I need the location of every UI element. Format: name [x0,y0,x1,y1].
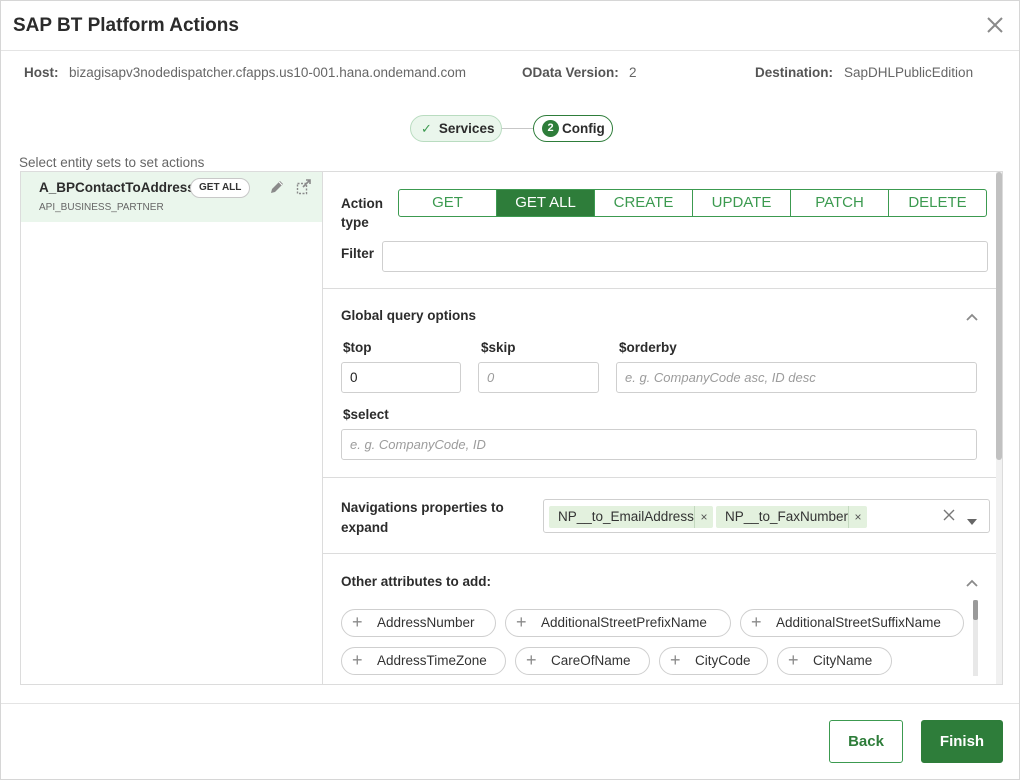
add-attribute-city-code[interactable]: + CityCode [659,647,768,675]
entity-name: A_BPContactToAddress [39,180,195,195]
action-create[interactable]: CREATE [595,190,693,216]
add-attribute-care-of-name[interactable]: + CareOfName [515,647,650,675]
attributes-scrollbar[interactable] [973,600,978,676]
step-number-badge: 2 [542,120,559,137]
entity-service-name: API_BUSINESS_PARTNER [39,202,164,213]
action-type-label-line1: Action [341,196,383,211]
select-label: $select [343,407,389,422]
add-attribute-additional-street-prefix[interactable]: + AdditionalStreetPrefixName [505,609,731,637]
odata-version-value: 2 [629,65,637,80]
close-icon[interactable] [983,13,1007,37]
move-icon[interactable] [295,178,313,196]
navigation-label-line2: expand [341,520,389,535]
orderby-input[interactable]: e. g. CompanyCode asc, ID desc [616,362,977,393]
action-patch[interactable]: PATCH [791,190,889,216]
entity-config: Action type GET GET ALL CREATE UPDATE PA… [323,172,999,684]
config-panel: A_BPContactToAddress GET ALL API_BUSINES… [20,171,1003,685]
attribute-label: CityCode [695,653,751,668]
step-services[interactable]: ✓ Services [410,115,502,142]
nav-tag-label: NP__to_EmailAddress [558,509,694,524]
odata-version-label: OData Version: [522,65,619,80]
step-config[interactable]: 2 Config [533,115,613,142]
dialog-footer: Back Finish [1,703,1019,779]
entity-item[interactable]: A_BPContactToAddress GET ALL API_BUSINES… [21,172,322,222]
remove-tag-icon[interactable]: × [848,506,867,528]
plus-icon: + [751,612,762,632]
action-update[interactable]: UPDATE [693,190,791,216]
divider [323,477,999,478]
host-label: Host: [24,65,59,80]
action-get-all[interactable]: GET ALL [497,190,595,216]
attribute-label: AddressTimeZone [377,653,487,668]
host-value: bizagisapv3nodedispatcher.cfapps.us10-00… [69,65,467,80]
filter-label: Filter [341,246,375,261]
add-attribute-address-number[interactable]: + AddressNumber [341,609,496,637]
divider [323,553,999,554]
plus-icon: + [516,612,527,632]
attribute-label: AddressNumber [377,615,475,630]
divider [323,288,999,289]
top-input[interactable]: 0 [341,362,461,393]
action-get[interactable]: GET [399,190,497,216]
plus-icon: + [352,612,363,632]
remove-tag-icon[interactable]: × [694,506,713,528]
nav-tag-label: NP__to_FaxNumber [725,509,849,524]
plus-icon: + [352,650,363,670]
plus-icon: + [670,650,681,670]
top-label: $top [343,340,372,355]
dialog-header: SAP BT Platform Actions [1,1,1019,51]
navigation-label: Navigations properties to expand [341,498,504,538]
check-icon: ✓ [421,120,432,136]
filter-input[interactable] [382,241,988,272]
action-type-selector: GET GET ALL CREATE UPDATE PATCH DELETE [398,189,987,217]
attribute-label: CityName [813,653,873,668]
attribute-label: AdditionalStreetPrefixName [541,615,707,630]
action-type-label: Action type [341,194,383,232]
entity-sets-caption: Select entity sets to set actions [19,155,205,170]
add-attribute-address-time-zone[interactable]: + AddressTimeZone [341,647,506,675]
panel-scrollbar[interactable] [996,172,1002,684]
sap-actions-dialog: SAP BT Platform Actions Host: bizagisapv… [0,0,1020,780]
select-input[interactable]: e. g. CompanyCode, ID [341,429,977,460]
other-attributes-title: Other attributes to add: [341,574,492,589]
add-attribute-additional-street-suffix[interactable]: + AdditionalStreetSuffixName [740,609,964,637]
destination-label: Destination: [755,65,834,80]
finish-button[interactable]: Finish [921,720,1003,763]
entity-action-badge: GET ALL [190,178,251,198]
nav-tag-email-address: NP__to_EmailAddress × [549,506,713,528]
skip-input[interactable]: 0 [478,362,599,393]
destination-value: SapDHLPublicEdition [844,65,974,80]
action-delete[interactable]: DELETE [889,190,986,216]
dropdown-caret-icon[interactable] [967,512,977,525]
back-button[interactable]: Back [829,720,903,763]
entity-list: A_BPContactToAddress GET ALL API_BUSINES… [21,172,323,684]
navigation-label-line1: Navigations properties to [341,500,504,515]
dialog-title: SAP BT Platform Actions [13,15,239,36]
attribute-label: AdditionalStreetSuffixName [776,615,941,630]
step-config-label: Config [562,121,605,136]
attribute-label: CareOfName [551,653,631,668]
orderby-label: $orderby [619,340,677,355]
panel-scrollbar-thumb[interactable] [996,172,1002,460]
add-attribute-city-name[interactable]: + CityName [777,647,892,675]
action-type-label-line2: type [341,215,369,230]
chevron-up-icon[interactable] [965,310,979,324]
clear-all-icon[interactable] [943,508,955,521]
nav-tag-fax-number: NP__to_FaxNumber × [716,506,867,528]
query-options-title: Global query options [341,308,477,323]
edit-icon[interactable] [268,178,286,196]
wizard-stepper: ✓ Services 2 Config [410,115,620,143]
plus-icon: + [788,650,799,670]
skip-label: $skip [481,340,516,355]
step-services-label: Services [438,121,495,136]
step-connector [502,128,533,129]
attributes-scrollbar-thumb[interactable] [973,600,978,620]
chevron-up-icon[interactable] [965,576,979,590]
plus-icon: + [526,650,537,670]
